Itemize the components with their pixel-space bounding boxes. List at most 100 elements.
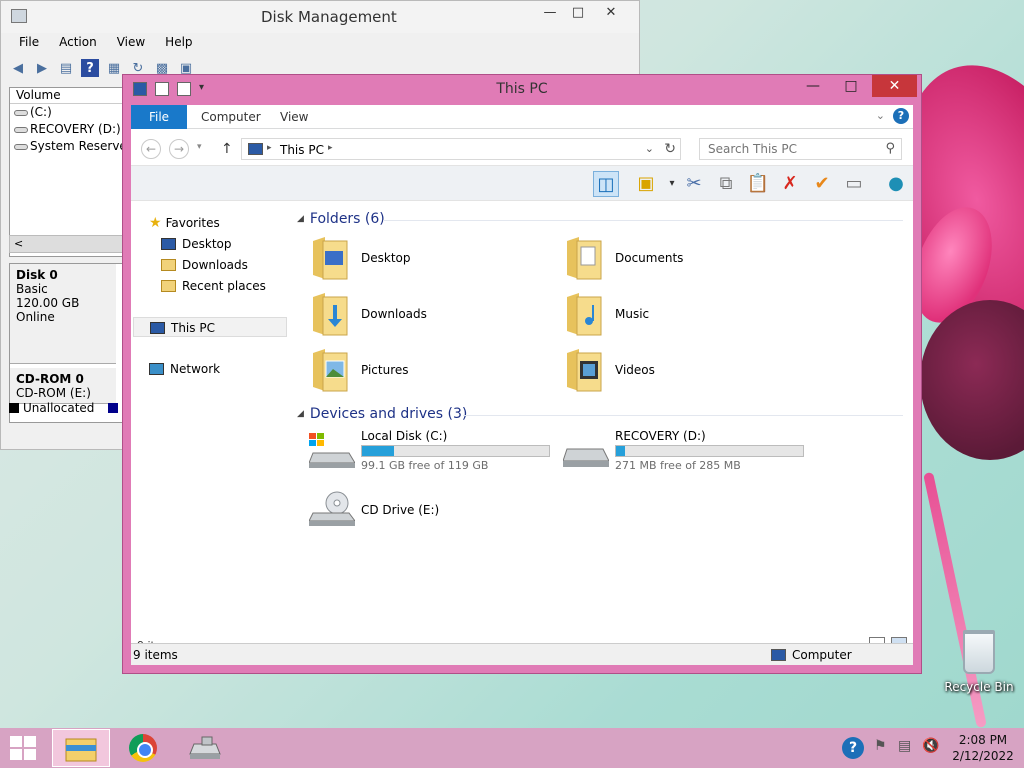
navigation-pane-icon[interactable]: ◫ xyxy=(593,171,619,197)
explorer-titlebar[interactable]: ▾ This PC — □ ✕ xyxy=(123,75,921,103)
back-arrow-icon[interactable]: ◀ xyxy=(9,59,27,77)
volume-item[interactable]: (C:) xyxy=(10,104,126,121)
clock[interactable]: 2:08 PM 2/12/2022 xyxy=(948,732,1018,764)
maximize-icon[interactable]: □ xyxy=(837,76,865,96)
checkmark-icon[interactable]: ✔ xyxy=(809,171,835,197)
navigation-pane: ★ Favorites Desktop Downloads Recent plac… xyxy=(131,203,287,623)
disk-0-info[interactable]: Disk 0 Basic 120.00 GB Online xyxy=(10,264,116,364)
group-header-folders[interactable]: ◢ Folders (6) xyxy=(297,211,385,227)
collapse-triangle-icon[interactable]: ◢ xyxy=(297,409,304,419)
start-button[interactable] xyxy=(6,734,42,762)
close-icon[interactable]: ✕ xyxy=(597,3,625,23)
documents-folder-icon xyxy=(567,237,602,280)
menu-view[interactable]: View xyxy=(107,33,155,51)
breadcrumb-chevron-icon[interactable]: ▸ xyxy=(328,143,333,153)
help-icon[interactable]: ? xyxy=(893,108,909,124)
expand-ribbon-icon[interactable]: ⌄ xyxy=(876,109,885,122)
maximize-icon[interactable]: □ xyxy=(564,3,592,23)
menu-help[interactable]: Help xyxy=(155,33,202,51)
volume-item[interactable]: RECOVERY (D:) xyxy=(10,121,126,138)
content-pane: ◢ Folders (6) Desktop Documents Downloads… xyxy=(291,203,913,623)
paste-icon[interactable]: 📋 xyxy=(745,171,771,197)
nav-recent-places[interactable]: Recent places xyxy=(161,276,266,296)
help-tray-icon[interactable]: ? xyxy=(842,737,864,759)
nav-desktop[interactable]: Desktop xyxy=(161,234,232,254)
folder-downloads[interactable]: Downloads xyxy=(311,291,551,343)
folder-music[interactable]: Music xyxy=(565,291,805,343)
scroll-left-icon[interactable]: < xyxy=(10,237,23,250)
forward-button[interactable]: → xyxy=(169,139,189,159)
collapse-triangle-icon[interactable]: ◢ xyxy=(297,214,304,224)
folder-videos[interactable]: Videos xyxy=(565,347,805,399)
nav-downloads[interactable]: Downloads xyxy=(161,255,248,275)
minimize-icon[interactable]: — xyxy=(799,76,827,96)
breadcrumb[interactable]: This PC xyxy=(280,143,324,157)
help-icon[interactable]: ? xyxy=(81,59,99,77)
volume-muted-icon[interactable]: 🔇 xyxy=(922,738,939,754)
drive-c[interactable]: Local Disk (C:) 99.1 GB free of 119 GB xyxy=(309,429,559,477)
dm-titlebar[interactable]: Disk Management — □ ✕ xyxy=(1,1,639,33)
status-location: Computer xyxy=(771,648,852,662)
taskbar-chrome[interactable] xyxy=(114,729,172,767)
network-tray-icon[interactable]: ▤ xyxy=(898,738,911,754)
group-header-devices[interactable]: ◢ Devices and drives (3) xyxy=(297,406,467,422)
back-button[interactable]: ← xyxy=(141,139,161,159)
tab-computer[interactable]: Computer xyxy=(187,105,275,129)
properties-icon[interactable]: ▣ xyxy=(633,171,659,197)
disk-panel: Disk 0 Basic 120.00 GB Online CD-ROM 0 C… xyxy=(9,263,127,423)
show-hide-tree-icon[interactable]: ▤ xyxy=(57,59,75,77)
volume-item[interactable]: System Reserved xyxy=(10,138,134,155)
tab-file[interactable]: File xyxy=(131,105,187,129)
disk-name: Disk 0 xyxy=(16,268,58,282)
search-icon[interactable]: ⚲ xyxy=(885,141,895,156)
drive-d[interactable]: RECOVERY (D:) 271 MB free of 285 MB xyxy=(563,429,813,477)
recycle-bin-shortcut[interactable]: Recycle Bin xyxy=(944,630,1014,694)
tab-view[interactable]: View xyxy=(266,105,322,129)
dm-menubar: File Action View Help xyxy=(9,33,203,51)
drive-usage-fill xyxy=(616,446,626,456)
horizontal-scrollbar[interactable]: < xyxy=(9,235,127,253)
drive-usage-bar xyxy=(361,445,550,457)
up-button[interactable]: ↑ xyxy=(221,141,233,157)
breadcrumb-chevron-icon[interactable]: ▸ xyxy=(267,143,272,153)
globe-icon[interactable]: ● xyxy=(883,171,909,197)
file-explorer-icon xyxy=(65,738,97,762)
recent-locations-icon[interactable]: ▾ xyxy=(197,142,202,152)
search-input[interactable] xyxy=(700,139,870,159)
close-button[interactable]: ✕ xyxy=(872,75,917,97)
menu-action[interactable]: Action xyxy=(49,33,107,51)
address-bar[interactable]: ▸ This PC ▸ ⌄ ↻ xyxy=(241,138,681,160)
forward-arrow-icon[interactable]: ▶ xyxy=(33,59,51,77)
cut-icon[interactable]: ✂ xyxy=(681,171,707,197)
rename-icon[interactable]: ▭ xyxy=(841,171,867,197)
list-view-icon[interactable]: ▦ xyxy=(105,59,123,77)
folder-desktop[interactable]: Desktop xyxy=(311,235,551,287)
nav-favorites[interactable]: ★ Favorites xyxy=(149,213,220,233)
folder-pictures[interactable]: Pictures xyxy=(311,347,551,399)
taskbar-disk-management[interactable] xyxy=(176,729,234,767)
copy-icon[interactable]: ⧉ xyxy=(713,171,739,197)
desktop-icon xyxy=(161,238,176,250)
disk-management-app-icon xyxy=(11,9,27,23)
drive-e[interactable]: CD Drive (E:) xyxy=(309,487,559,535)
unallocated-swatch xyxy=(9,403,19,413)
nav-this-pc[interactable]: This PC xyxy=(133,317,287,337)
search-box[interactable]: ⚲ xyxy=(699,138,902,160)
menu-file[interactable]: File xyxy=(9,33,49,51)
nav-network[interactable]: Network xyxy=(149,359,220,379)
recycle-bin-icon xyxy=(963,630,995,674)
refresh-icon[interactable]: ↻ xyxy=(664,141,676,157)
volume-column-header[interactable]: Volume xyxy=(10,88,126,104)
taskbar-file-explorer[interactable] xyxy=(52,729,110,767)
disk-name: CD-ROM 0 xyxy=(16,372,84,386)
disk-status: Online xyxy=(16,310,55,324)
action-center-flag-icon[interactable]: ⚑ xyxy=(874,738,887,754)
address-dropdown-icon[interactable]: ⌄ xyxy=(645,142,654,155)
cdrom-0-info[interactable]: CD-ROM 0 CD-ROM (E:) xyxy=(10,368,116,404)
minimize-icon[interactable]: — xyxy=(536,3,564,23)
delete-icon[interactable]: ✗ xyxy=(777,171,803,197)
folder-documents[interactable]: Documents xyxy=(565,235,805,287)
drive-usage-fill xyxy=(362,446,394,456)
address-row: ← → ▾ ↑ ▸ This PC ▸ ⌄ ↻ ⚲ xyxy=(131,135,913,163)
taskbar: ? ⚑ ▤ 🔇 2:08 PM 2/12/2022 xyxy=(0,728,1024,768)
